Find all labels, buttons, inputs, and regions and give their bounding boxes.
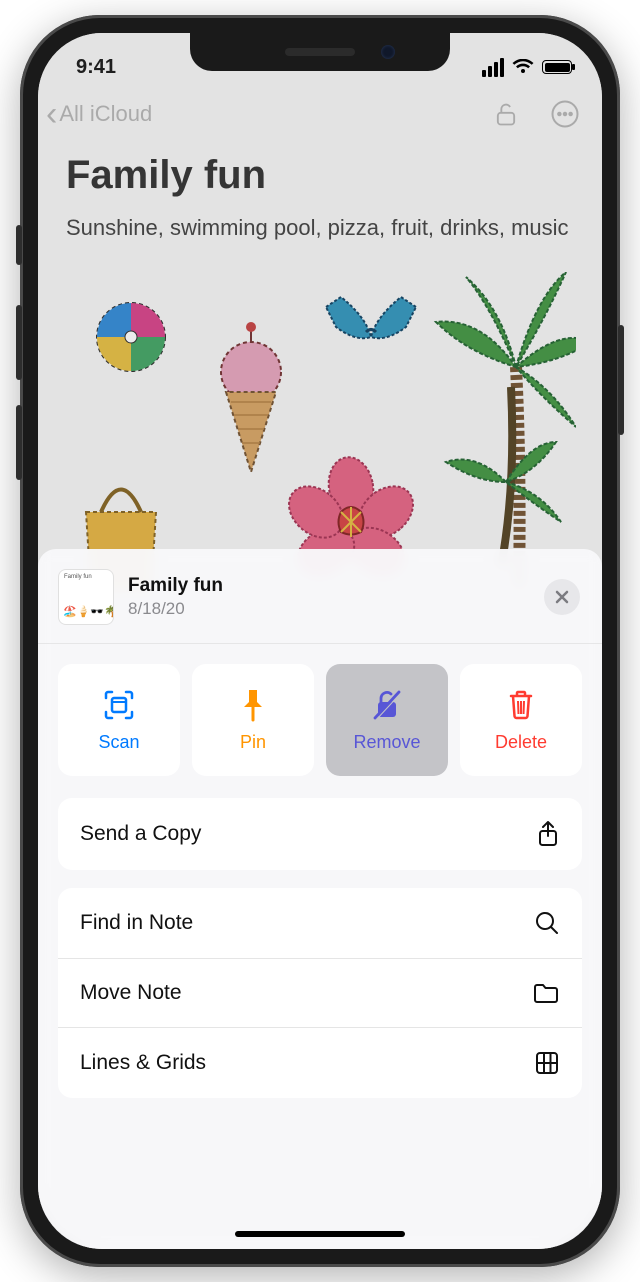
delete-label: Delete	[495, 732, 547, 753]
home-indicator[interactable]	[235, 1231, 405, 1237]
scan-label: Scan	[98, 732, 139, 753]
phone-frame: 9:41 ‹ All iCloud	[20, 15, 620, 1267]
notch	[190, 33, 450, 71]
note-thumbnail: Family fun 🏖️🍦🕶️🌴	[58, 569, 114, 625]
grid-icon	[534, 1050, 560, 1076]
action-tiles: Scan Pin Remove	[38, 644, 602, 798]
note-sketch	[38, 252, 602, 572]
chevron-left-icon: ‹	[46, 97, 57, 131]
close-button[interactable]	[544, 579, 580, 615]
screen: 9:41 ‹ All iCloud	[38, 33, 602, 1249]
sheet-title: Family fun	[128, 575, 530, 597]
find-label: Find in Note	[80, 911, 193, 935]
battery-icon	[542, 60, 572, 74]
find-row[interactable]: Find in Note	[58, 888, 582, 958]
scan-icon	[102, 688, 136, 722]
action-sheet: Family fun 🏖️🍦🕶️🌴 Family fun 8/18/20	[38, 549, 602, 1249]
send-copy-label: Send a Copy	[80, 822, 201, 846]
back-button[interactable]: ‹ All iCloud	[46, 97, 152, 131]
sheet-date: 8/18/20	[128, 599, 530, 619]
search-icon	[534, 910, 560, 936]
note-title: Family fun	[38, 139, 602, 204]
pin-button[interactable]: Pin	[192, 664, 314, 776]
more-icon[interactable]	[550, 99, 580, 129]
list-group-2: Find in Note Move Note Lines & Grids	[58, 888, 582, 1098]
back-label: All iCloud	[59, 101, 152, 127]
status-time: 9:41	[76, 56, 116, 79]
trash-icon	[506, 688, 536, 722]
sheet-header: Family fun 🏖️🍦🕶️🌴 Family fun 8/18/20	[38, 549, 602, 644]
note-body: Sunshine, swimming pool, pizza, fruit, d…	[38, 204, 602, 252]
unlock-icon[interactable]	[492, 100, 520, 128]
share-icon	[536, 820, 560, 848]
move-label: Move Note	[80, 981, 182, 1005]
lines-row[interactable]: Lines & Grids	[58, 1027, 582, 1098]
nav-bar: ‹ All iCloud	[38, 87, 602, 139]
status-indicators	[482, 58, 572, 77]
cellular-icon	[482, 58, 504, 77]
delete-button[interactable]: Delete	[460, 664, 582, 776]
scan-button[interactable]: Scan	[58, 664, 180, 776]
list-group-1: Send a Copy	[58, 798, 582, 870]
wifi-icon	[512, 59, 534, 75]
lines-label: Lines & Grids	[80, 1051, 206, 1075]
pin-icon	[238, 688, 268, 722]
pin-label: Pin	[240, 732, 266, 753]
close-icon	[554, 589, 570, 605]
send-copy-row[interactable]: Send a Copy	[58, 798, 582, 870]
unlock-slash-icon	[370, 688, 404, 722]
remove-label: Remove	[353, 732, 420, 753]
remove-button[interactable]: Remove	[326, 664, 448, 776]
folder-icon	[532, 981, 560, 1005]
move-row[interactable]: Move Note	[58, 958, 582, 1027]
